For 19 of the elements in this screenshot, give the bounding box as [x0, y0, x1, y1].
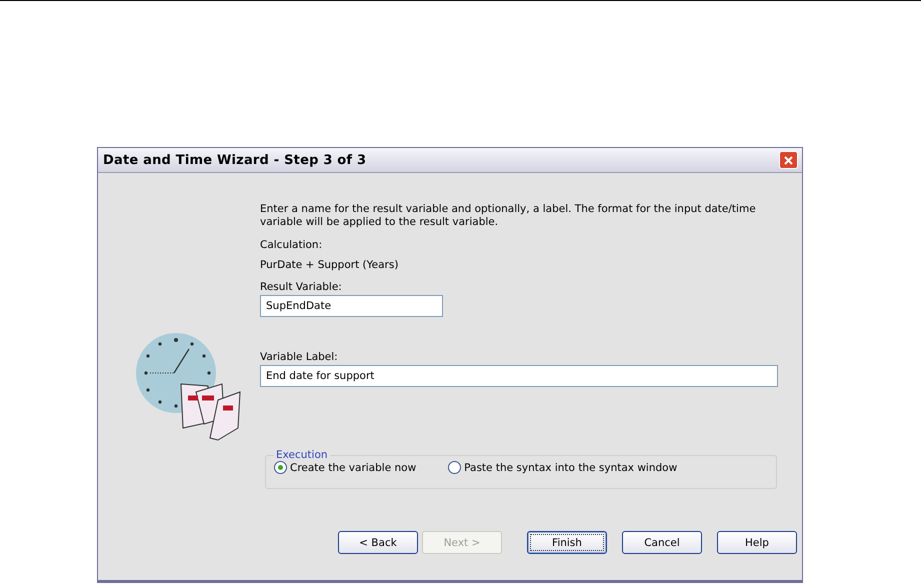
radio-option[interactable]: Paste the syntax into the syntax window [448, 461, 678, 474]
radio-option[interactable]: Create the variable now [274, 461, 416, 474]
text-field[interactable]: SupEndDate [260, 295, 443, 317]
dialog-button[interactable]: Finish [527, 531, 607, 554]
dialog-button[interactable]: < Back [338, 531, 418, 554]
instruction-text: Enter a name for the result variable and optionally, a label. The format for the input date/time variable will be applied to the result variable. [260, 203, 757, 229]
radio-button[interactable] [274, 461, 287, 474]
radio-button[interactable] [448, 461, 462, 474]
text-field[interactable]: End date for support [260, 365, 778, 387]
field-label: Result Variable: [260, 281, 343, 293]
group-legend: Execution [274, 449, 330, 461]
calculation-label: Calculation: [260, 239, 324, 251]
dialog-button[interactable]: Cancel [622, 531, 702, 554]
dialog-button[interactable]: Help [717, 531, 797, 554]
field-label: Variable Label: [260, 351, 339, 363]
window-title: Date and Time Wizard - Step 3 of 3 [103, 152, 366, 168]
close-icon [783, 154, 794, 166]
close-button[interactable] [779, 151, 798, 169]
calculation-formula: PurDate + Support (Years) [260, 259, 400, 271]
